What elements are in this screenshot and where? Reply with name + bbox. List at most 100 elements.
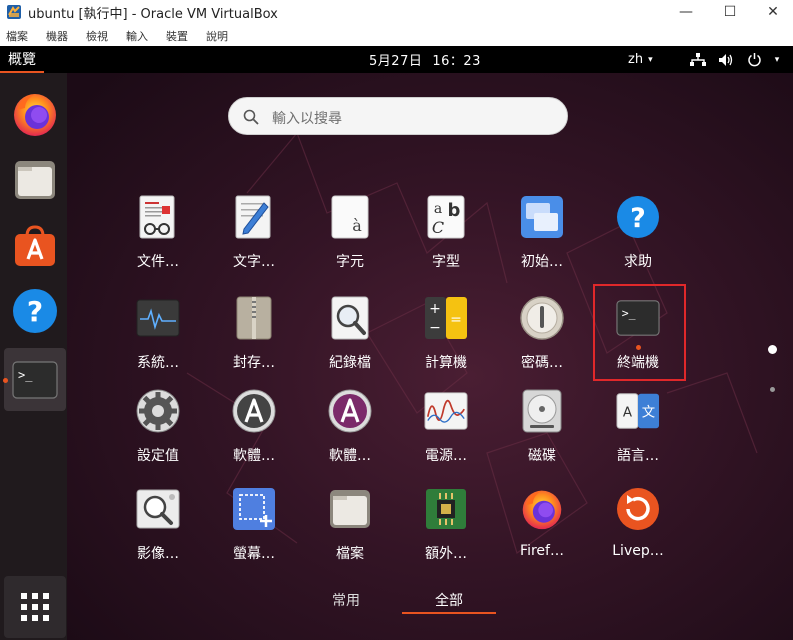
menu-input[interactable]: 輸入 — [126, 28, 148, 44]
app-additional-drivers[interactable]: 額外… — [398, 487, 494, 577]
close-button[interactable]: ✕ — [750, 0, 793, 24]
app-label: 軟體… — [329, 448, 371, 464]
screenshot-icon — [233, 488, 275, 530]
document-viewer-icon — [139, 195, 175, 239]
app-livepatch[interactable]: Livep… — [590, 487, 686, 577]
svg-text:=: = — [450, 312, 462, 328]
dock-files[interactable] — [4, 149, 66, 211]
terminal-icon: >_ — [616, 300, 660, 336]
folder-icon — [15, 161, 55, 199]
help-icon: ? — [617, 196, 659, 238]
language-support-icon: A 文 — [616, 393, 660, 429]
app-calculator[interactable]: + − = 計算機 — [398, 296, 494, 386]
search-icon — [243, 109, 259, 125]
svg-text:?: ? — [630, 203, 646, 234]
initial-setup-icon — [521, 196, 563, 238]
window-menubar: 檔案 機器 檢視 輸入 裝置 說明 — [0, 24, 793, 46]
software-updater-icon — [232, 389, 276, 433]
dock-firefox[interactable] — [4, 83, 66, 145]
app-initial-setup[interactable]: 初始… — [494, 195, 590, 285]
app-disks[interactable]: 磁碟 — [494, 389, 590, 479]
tab-all[interactable]: 全部 — [435, 590, 463, 610]
menu-file[interactable]: 檔案 — [6, 28, 28, 44]
app-archive-manager[interactable]: 封存… — [206, 296, 302, 386]
app-software-updater[interactable]: 軟體… — [206, 389, 302, 479]
app-power-statistics[interactable]: 電源… — [398, 389, 494, 479]
app-text-editor[interactable]: 文字… — [206, 195, 302, 285]
page-indicator[interactable] — [770, 387, 775, 392]
chevron-down-icon: ▾ — [648, 54, 653, 65]
svg-text:>_: >_ — [622, 306, 636, 320]
menu-devices[interactable]: 裝置 — [166, 28, 188, 44]
clock-date: 5月27日 — [369, 54, 423, 69]
svg-text:?: ? — [27, 295, 43, 328]
input-method-menu[interactable]: zh ▾ — [628, 46, 653, 73]
app-passwords[interactable]: 密碼… — [494, 296, 590, 386]
app-label: 額外… — [425, 546, 467, 562]
app-label: 螢幕… — [233, 546, 275, 562]
terminal-icon: >_ — [12, 360, 58, 399]
image-viewer-icon — [136, 489, 180, 529]
app-image-viewer[interactable]: 影像… — [110, 487, 206, 577]
app-screenshot[interactable]: 螢幕… — [206, 487, 302, 577]
app-document-viewer[interactable]: 文件… — [110, 195, 206, 285]
window-titlebar: ubuntu [執行中] - Oracle VM VirtualBox — ☐ … — [0, 0, 793, 24]
app-label: 計算機 — [425, 355, 467, 371]
text-editor-icon — [235, 195, 271, 239]
power-icon[interactable] — [744, 46, 764, 73]
app-fonts[interactable]: a b C 字型 — [398, 195, 494, 285]
software-properties-icon — [328, 389, 372, 433]
network-icon[interactable] — [688, 46, 708, 73]
disks-icon — [522, 389, 562, 433]
system-monitor-icon — [136, 299, 180, 337]
running-indicator — [3, 378, 8, 383]
app-language-support[interactable]: A 文 語言… — [590, 389, 686, 479]
dock-software[interactable] — [4, 214, 66, 276]
app-files[interactable]: 檔案 — [302, 487, 398, 577]
running-indicator — [636, 345, 641, 350]
app-label: 求助 — [624, 254, 652, 270]
dock-terminal[interactable]: >_ — [4, 348, 66, 411]
volume-icon[interactable] — [716, 46, 736, 73]
passwords-icon — [520, 296, 564, 340]
app-label: 電源… — [425, 448, 467, 464]
clock-time: 16：23 — [432, 54, 481, 69]
livepatch-icon — [617, 488, 659, 530]
app-terminal[interactable]: >_ 終端機 — [590, 296, 686, 386]
app-settings[interactable]: 設定值 — [110, 389, 206, 479]
maximize-button[interactable]: ☐ — [707, 0, 753, 24]
search-input[interactable]: 輸入以搜尋 — [228, 97, 568, 135]
svg-text:文: 文 — [642, 405, 655, 421]
tab-frequent[interactable]: 常用 — [332, 590, 360, 610]
dock: ? >_ — [0, 73, 67, 640]
app-characters[interactable]: à 字元 — [302, 195, 398, 285]
minimize-button[interactable]: — — [663, 0, 709, 24]
app-software-properties[interactable]: 軟體… — [302, 389, 398, 479]
menu-machine[interactable]: 機器 — [46, 28, 68, 44]
menu-view[interactable]: 檢視 — [86, 28, 108, 44]
app-label: 初始… — [521, 254, 563, 270]
power-statistics-icon — [424, 392, 468, 430]
page-indicator-active[interactable] — [768, 345, 777, 354]
svg-text:à: à — [352, 216, 362, 235]
menu-help[interactable]: 說明 — [206, 28, 228, 44]
calculator-icon: + − = — [425, 297, 467, 339]
help-icon: ? — [13, 289, 57, 333]
app-label: 語言… — [617, 448, 659, 464]
app-label: 軟體… — [233, 448, 275, 464]
app-firefox[interactable]: Firef… — [494, 487, 590, 577]
activities-button[interactable]: 概覽 — [0, 46, 44, 73]
app-label: 字型 — [432, 254, 460, 270]
system-menu-chevron-icon[interactable]: ▾ — [770, 46, 784, 73]
clock[interactable]: 5月27日 16：23 — [340, 46, 510, 73]
app-label: 文件… — [137, 254, 179, 270]
dock-help[interactable]: ? — [4, 280, 66, 342]
additional-drivers-icon — [426, 489, 466, 529]
app-help[interactable]: ? 求助 — [590, 195, 686, 285]
firefox-icon — [14, 94, 56, 136]
window-title: ubuntu [執行中] - Oracle VM VirtualBox — [28, 7, 278, 22]
app-logs[interactable]: 紀錄檔 — [302, 296, 398, 386]
folder-icon — [330, 490, 370, 528]
app-label: 字元 — [336, 254, 364, 270]
app-system-monitor[interactable]: 系統… — [110, 296, 206, 386]
